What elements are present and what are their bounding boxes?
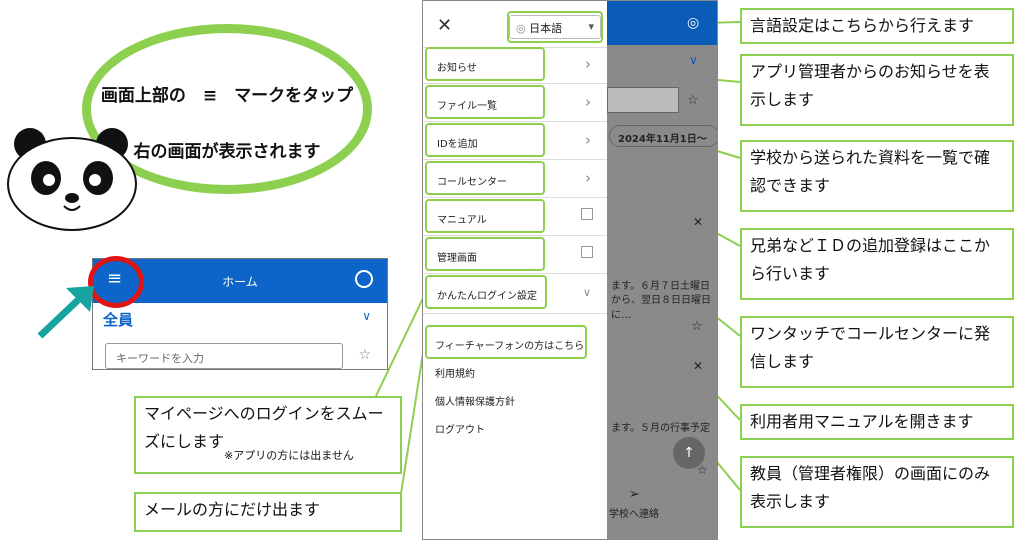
highlight-frame xyxy=(425,47,545,81)
close-icon: ✕ xyxy=(693,359,704,373)
star-icon: ☆ xyxy=(691,319,703,334)
school-contact-label: 学校へ連絡 xyxy=(609,509,659,520)
highlight-frame xyxy=(425,325,587,359)
highlight-frame xyxy=(425,199,545,233)
divider xyxy=(423,197,607,198)
bubble-line-1: 画面上部の ≡ マークをタップ xyxy=(100,86,354,106)
privacy-link[interactable]: 個人情報保護方針 xyxy=(435,393,515,408)
background-search xyxy=(607,87,679,113)
star-icon[interactable]: ☆ xyxy=(358,347,371,363)
divider xyxy=(423,273,607,274)
star-icon: ☆ xyxy=(697,463,708,477)
star-icon: ☆ xyxy=(687,93,699,108)
callout-manual: 利用者用マニュアルを開きます xyxy=(740,404,1014,440)
highlight-frame xyxy=(425,275,547,309)
divider xyxy=(423,235,607,236)
highlight-frame xyxy=(425,161,545,195)
chevron-right-icon: › xyxy=(585,55,591,73)
divider xyxy=(423,83,607,84)
user-account-icon: ◎ xyxy=(687,15,700,31)
external-link-icon xyxy=(581,246,593,258)
external-link-icon xyxy=(581,208,593,220)
chevron-down-icon: ∨ xyxy=(582,286,591,299)
terms-link[interactable]: 利用規約 xyxy=(435,365,475,380)
group-selector-label[interactable]: 全員 xyxy=(103,309,133,330)
divider xyxy=(423,159,607,160)
notice-snippet: ます。５月の行事予定 xyxy=(611,423,710,434)
highlight-frame xyxy=(425,237,545,271)
divider xyxy=(423,121,607,122)
menu-screen: ◎ ∨ ☆ 2024年11月1日～ ✕ ます。６月７日土曜日 から、翌日８日日曜… xyxy=(422,0,718,540)
callout-notice: アプリ管理者からのお知らせを表示します xyxy=(740,54,1014,126)
notice-snippet: ます。６月７日土曜日 xyxy=(611,281,710,292)
callout-admin: 教員（管理者権限）の画面にのみ表示します xyxy=(740,456,1014,528)
chevron-right-icon: › xyxy=(585,93,591,111)
callout-language: 言語設定はこちらから行えます xyxy=(740,8,1014,44)
navigation-drawer: ✕ ◎ 日本語 ▾ お知らせ › ファイル一覧 › IDを追加 › コールセンタ… xyxy=(423,1,607,539)
callout-easy-login-note: ※アプリの方には出ません xyxy=(224,449,354,462)
callout-files: 学校から送られた資料を一覧で確認できます xyxy=(740,140,1014,212)
user-account-icon[interactable] xyxy=(355,270,373,288)
highlight-frame xyxy=(425,85,545,119)
pointer-arrow-icon xyxy=(37,286,94,339)
close-icon: ✕ xyxy=(693,215,704,229)
chevron-down-icon: ∨ xyxy=(689,53,698,67)
divider xyxy=(423,313,607,314)
panda-mascot-icon xyxy=(7,128,137,231)
highlight-frame xyxy=(507,11,603,43)
notice-snippet: から、翌日８日日曜日に… xyxy=(611,295,711,321)
send-icon: ➢ xyxy=(629,487,640,502)
callout-easy-login: マイページへのログインをスムーズにします ※アプリの方には出ません xyxy=(134,396,402,474)
search-input[interactable]: キーワードを入力 xyxy=(105,343,343,369)
close-icon[interactable]: ✕ xyxy=(437,15,452,36)
date-chip: 2024年11月1日～ xyxy=(609,125,717,147)
callout-add-id: 兄弟などＩＤの追加登録はここから行います xyxy=(740,228,1014,300)
chevron-right-icon: › xyxy=(585,169,591,187)
chevron-right-icon: › xyxy=(585,131,591,149)
callout-feature-phone: メールの方にだけ出ます xyxy=(134,492,402,532)
chevron-down-icon[interactable]: ∨ xyxy=(362,309,371,323)
callout-call-center: ワンタッチでコールセンターに発信します xyxy=(740,316,1014,388)
highlight-frame xyxy=(425,123,545,157)
logout-link[interactable]: ログアウト xyxy=(435,421,485,436)
